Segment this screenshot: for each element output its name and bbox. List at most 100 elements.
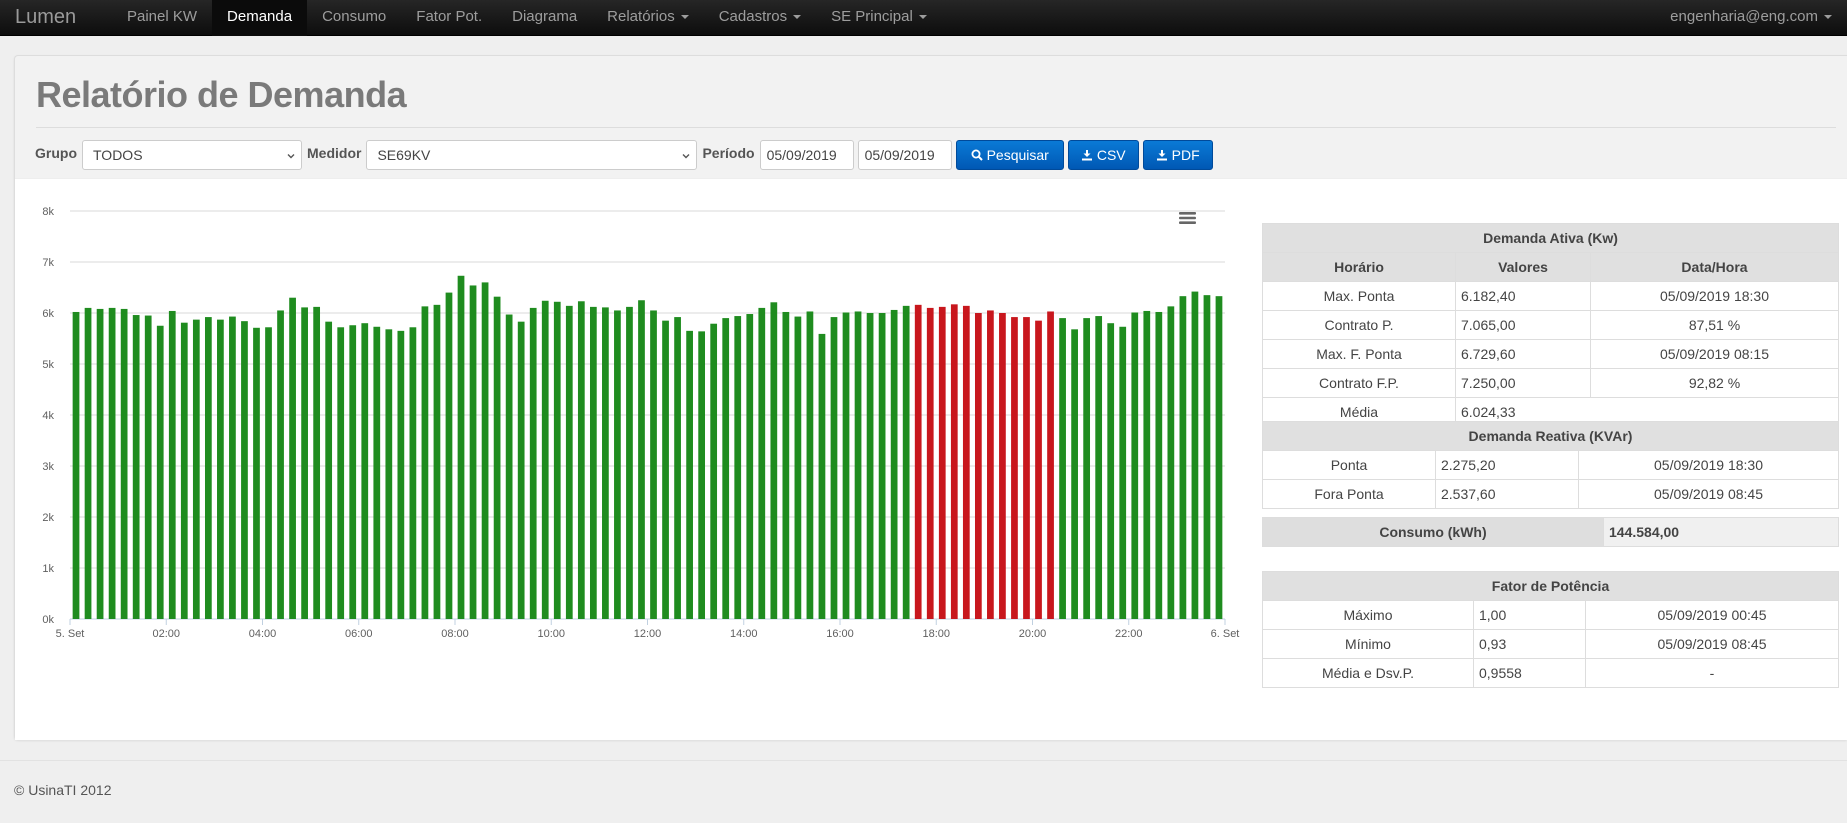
y-tick-label: 8k xyxy=(42,206,54,218)
bar-fora-ponta xyxy=(674,317,681,619)
bar-fora-ponta xyxy=(686,330,693,619)
x-tick-label: 5. Set xyxy=(56,628,85,640)
bar-fora-ponta xyxy=(445,292,453,619)
table-row: Média e Dsv.P. 0,9558 - xyxy=(1262,658,1839,688)
y-tick-label: 7k xyxy=(42,257,54,269)
bar-fora-ponta xyxy=(734,316,742,619)
bar-fora-ponta xyxy=(385,329,393,619)
bar-fora-ponta xyxy=(517,321,525,619)
grupo-select[interactable]: TODOS xyxy=(82,140,302,170)
bar-fora-ponta xyxy=(650,310,657,619)
csv-export-button[interactable]: CSV xyxy=(1067,140,1139,170)
bar-fora-ponta xyxy=(878,313,886,619)
footer-divider xyxy=(0,760,1847,761)
download-icon xyxy=(1081,150,1092,161)
bar-fora-ponta xyxy=(638,300,645,619)
table-cell: 2.275,20 xyxy=(1435,450,1579,480)
bar-fora-ponta xyxy=(421,306,429,619)
column-header: Horário xyxy=(1262,252,1456,282)
x-tick-label: 08:00 xyxy=(441,628,469,640)
bar-fora-ponta xyxy=(409,327,417,619)
table-cell: Ponta xyxy=(1262,450,1436,480)
table-row: Contrato F.P. 7.250,00 92,82 % xyxy=(1262,368,1839,398)
bar-fora-ponta xyxy=(1083,318,1091,619)
nav-item-diagrama[interactable]: Diagrama xyxy=(497,0,592,36)
bar-fora-ponta xyxy=(794,316,802,619)
nav-item-label: Fator Pot. xyxy=(416,8,483,25)
caret-down-icon xyxy=(1824,15,1832,20)
table-cell: 6.182,40 xyxy=(1455,281,1591,311)
bar-ponta xyxy=(1011,317,1018,619)
bar-ponta xyxy=(962,305,970,619)
x-tick-label: 02:00 xyxy=(152,628,180,640)
bar-fora-ponta xyxy=(481,282,489,619)
bar-fora-ponta xyxy=(746,314,754,619)
demand-bar-chart: 0k 1k 2k 3k 4k 5k 6k 7k 8k 5. Set 02:00 04:00 06:00 0… xyxy=(42,206,1239,640)
footer-copyright: © UsinaTI 2012 xyxy=(14,782,112,798)
nav-item-cadastros-dropdown[interactable]: Cadastros xyxy=(704,0,816,36)
nav-item-demanda[interactable]: Demanda xyxy=(212,0,308,36)
bar-fora-ponta xyxy=(361,323,369,619)
bar-fora-ponta xyxy=(168,310,176,619)
bar-fora-ponta xyxy=(289,297,296,619)
consumo-value: 144.584,00 xyxy=(1603,517,1839,547)
nav-item-label: Painel KW xyxy=(127,8,198,25)
bar-fora-ponta xyxy=(1167,306,1175,619)
bar-fora-ponta xyxy=(662,320,669,619)
search-button[interactable]: Pesquisar xyxy=(955,140,1064,170)
nav-item-relatorios-dropdown[interactable]: Relatórios xyxy=(592,0,704,36)
medidor-selected-value: SE69KV xyxy=(377,147,431,163)
x-tick-label: 18:00 xyxy=(922,628,950,640)
date-start-input[interactable] xyxy=(759,140,854,170)
medidor-select[interactable]: SE69KV xyxy=(366,140,698,170)
pdf-export-button[interactable]: PDF xyxy=(1142,140,1213,170)
bar-fora-ponta xyxy=(1191,291,1199,619)
x-tick-label: 20:00 xyxy=(1019,628,1047,640)
nav-item-label: Demanda xyxy=(227,8,293,25)
nav-item-consumo[interactable]: Consumo xyxy=(307,0,401,36)
bar-fora-ponta xyxy=(1155,311,1163,619)
bar-fora-ponta xyxy=(325,321,333,619)
grupo-selected-value: TODOS xyxy=(93,147,143,163)
brand-logo[interactable]: Lumen xyxy=(15,0,76,36)
table-cell: Fora Ponta xyxy=(1262,479,1436,509)
bar-fora-ponta xyxy=(253,327,260,619)
search-icon xyxy=(971,149,983,161)
page-title: Relatório de Demanda xyxy=(36,74,407,115)
grupo-label: Grupo xyxy=(35,145,77,161)
bar-fora-ponta xyxy=(758,307,766,619)
user-menu-dropdown[interactable]: engenharia@eng.com xyxy=(1670,0,1832,36)
table-cell: 6.729,60 xyxy=(1455,339,1591,369)
bar-ponta xyxy=(938,306,946,619)
bar-fora-ponta xyxy=(1071,329,1078,619)
table-row: Máximo 1,00 05/09/2019 00:45 xyxy=(1262,600,1839,630)
date-end-input[interactable] xyxy=(857,140,952,170)
y-tick-label: 5k xyxy=(42,359,54,371)
x-tick-label: 14:00 xyxy=(730,628,758,640)
table-cell: 7.065,00 xyxy=(1455,310,1591,340)
bar-fora-ponta xyxy=(854,311,862,619)
bar-fora-ponta xyxy=(782,311,790,619)
bar-fora-ponta xyxy=(1215,296,1223,619)
hamburger-icon[interactable] xyxy=(1179,211,1196,225)
bar-fora-ponta xyxy=(277,310,284,619)
bar-fora-ponta xyxy=(1095,316,1103,619)
report-content: 0k 1k 2k 3k 4k 5k 6k 7k 8k 5. Set 02:00 04:00 06:00 0… xyxy=(15,178,1847,740)
table-cell: Contrato P. xyxy=(1262,310,1456,340)
table-cell: Max. Ponta xyxy=(1262,281,1456,311)
bar-fora-ponta xyxy=(902,305,910,619)
bar-fora-ponta xyxy=(108,307,116,619)
nav-item-se-principal-dropdown[interactable]: SE Principal xyxy=(816,0,942,36)
bar-fora-ponta xyxy=(1107,323,1115,619)
bar-fora-ponta xyxy=(156,325,164,619)
caret-down-icon xyxy=(680,15,689,20)
nav-item-painel-kw[interactable]: Painel KW xyxy=(112,0,212,36)
y-tick-label: 0k xyxy=(42,614,54,626)
table-row: Ponta 2.275,20 05/09/2019 18:30 xyxy=(1262,450,1839,480)
periodo-label: Período xyxy=(702,145,755,161)
table-cell: 92,82 % xyxy=(1590,368,1839,398)
nav-item-fator-pot[interactable]: Fator Pot. xyxy=(401,0,497,36)
bar-fora-ponta xyxy=(180,322,188,619)
bar-fora-ponta xyxy=(337,327,345,619)
chevron-down-icon xyxy=(682,154,690,159)
